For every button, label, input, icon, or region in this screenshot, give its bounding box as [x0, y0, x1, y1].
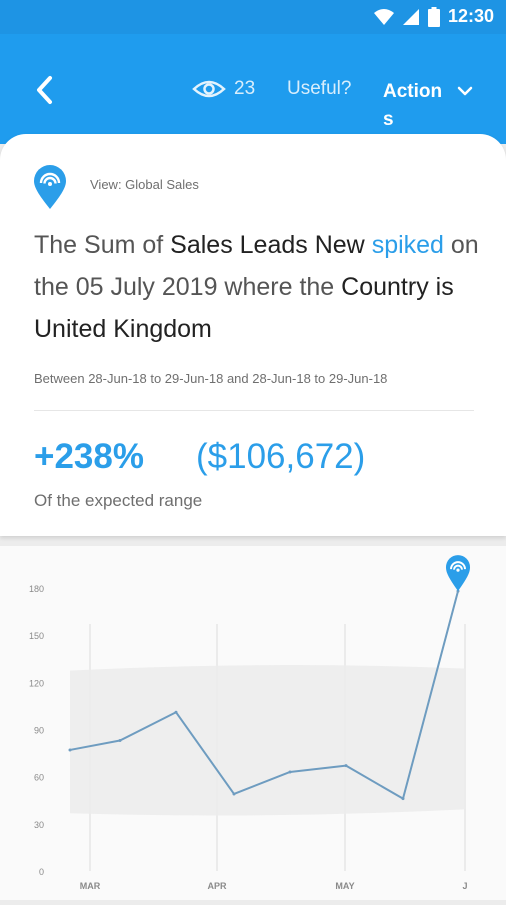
y-tick-label: 0 — [39, 867, 44, 877]
status-bar: 12:30 — [0, 0, 506, 34]
signal-icon — [402, 8, 419, 25]
x-tick-label: MAY — [335, 881, 354, 891]
headline-measure: Sales Leads New — [170, 231, 365, 259]
x-tick-label: MAR — [80, 881, 101, 891]
headline-text: The Sum of — [34, 231, 171, 259]
headline-text — [365, 231, 372, 259]
view-count[interactable]: 23 — [192, 78, 255, 100]
y-tick-label: 60 — [34, 773, 44, 783]
spike-pin-icon — [446, 555, 470, 592]
insight-card: View: Global Sales The Sum of Sales Lead… — [0, 134, 506, 536]
data-point — [118, 739, 122, 743]
y-tick-label: 30 — [34, 820, 44, 830]
y-tick-label: 180 — [29, 584, 44, 594]
useful-button[interactable]: Useful? — [287, 78, 351, 100]
pin-icon — [34, 165, 66, 209]
x-tick-label: APR — [207, 881, 227, 891]
divider — [34, 410, 474, 411]
data-point — [174, 710, 178, 714]
data-point — [232, 792, 236, 796]
status-time: 12:30 — [447, 6, 494, 26]
date-range: Between 28-Jun-18 to 29-Jun-18 and 28-Ju… — [34, 371, 388, 386]
status-icons: 12:30 — [373, 6, 494, 27]
chevron-down-icon[interactable] — [456, 84, 474, 98]
y-tick-label: 120 — [29, 678, 44, 688]
view-count-value: 23 — [234, 78, 256, 99]
expected-range-band — [70, 665, 466, 816]
x-tick-label: J — [462, 881, 467, 891]
line-chart: 0 30 60 90 120 150 180 MAR APR MAY J — [0, 546, 506, 900]
data-point — [344, 764, 348, 768]
y-tick-label: 90 — [34, 726, 44, 736]
view-label: View: Global Sales — [90, 177, 199, 192]
y-tick-label: 150 — [29, 631, 44, 641]
data-point — [288, 770, 292, 774]
app-bar: 23 Useful? Actions — [0, 34, 506, 144]
chevron-left-icon[interactable] — [30, 72, 62, 108]
amount-change: ($106,672) — [196, 437, 366, 476]
battery-icon — [427, 6, 440, 27]
headline-trend: spiked — [371, 231, 444, 259]
wifi-icon — [373, 8, 394, 25]
insight-headline: The Sum of Sales Leads New spiked on the… — [34, 224, 484, 350]
data-point — [68, 748, 72, 752]
percent-change: +238% — [34, 437, 144, 476]
chart-svg: 0 30 60 90 120 150 180 MAR APR MAY J — [29, 555, 470, 891]
data-point — [401, 797, 405, 801]
range-label: Of the expected range — [34, 491, 203, 510]
actions-button[interactable]: Actions — [383, 78, 443, 134]
eye-icon — [192, 80, 226, 98]
